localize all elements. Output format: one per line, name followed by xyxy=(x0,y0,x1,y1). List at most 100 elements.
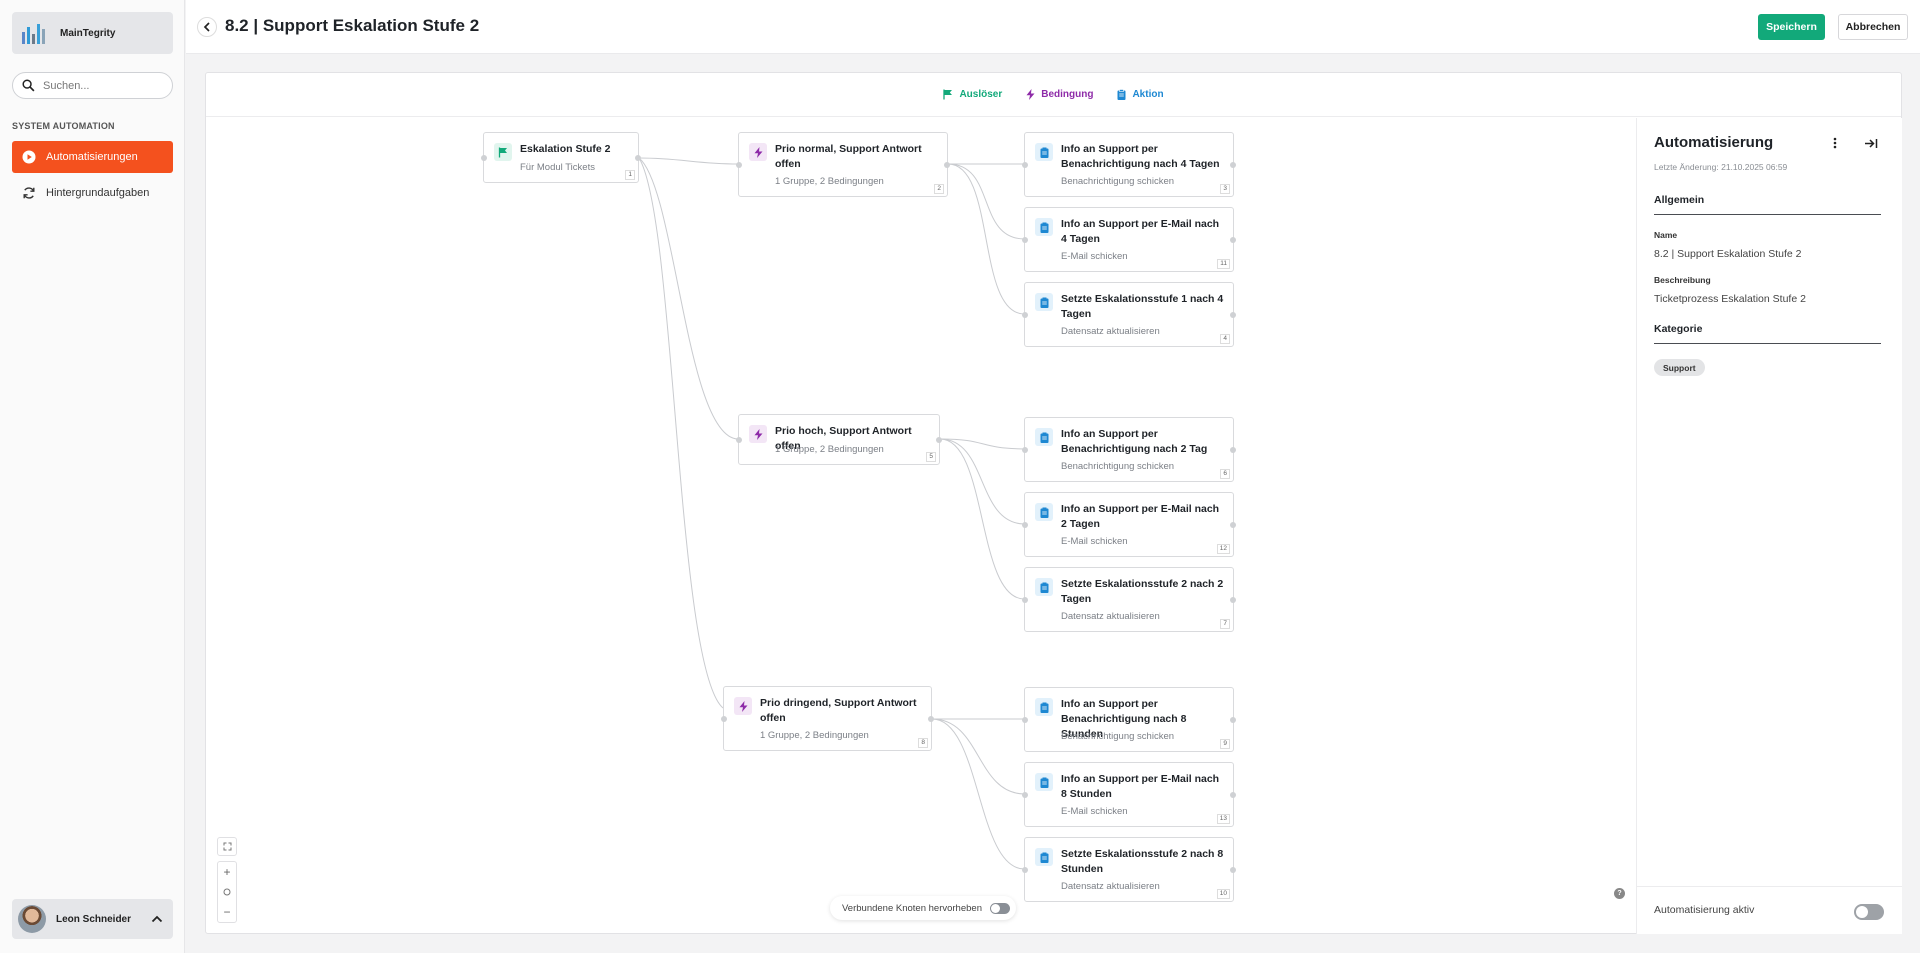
sidebar-item-automatisierungen[interactable]: Automatisierungen xyxy=(12,141,173,173)
cancel-button[interactable]: Abbrechen xyxy=(1838,14,1908,40)
connector-out[interactable] xyxy=(1230,161,1236,168)
condition-node[interactable]: Prio dringend, Support Antwort offen 1 G… xyxy=(721,686,934,751)
action-node[interactable]: Setzte Eskalationsstufe 1 nach 4 Tagen D… xyxy=(1022,282,1236,347)
clipboard-icon xyxy=(1035,218,1053,236)
search-input[interactable] xyxy=(43,79,163,92)
node-number: 5 xyxy=(926,452,936,462)
node-number: 13 xyxy=(1216,814,1230,824)
action-node[interactable]: Info an Support per Benachrichtigung nac… xyxy=(1022,687,1236,752)
connector-out[interactable] xyxy=(635,154,641,161)
connector-out[interactable] xyxy=(1230,596,1236,603)
connector-out[interactable] xyxy=(936,436,942,443)
zoom-out-icon[interactable]: − xyxy=(218,902,236,922)
reset-zoom-icon[interactable] xyxy=(218,882,236,902)
highlight-label: Verbundene Knoten hervorheben xyxy=(842,902,982,914)
brand[interactable]: MainTegrity xyxy=(12,12,173,54)
connector-out[interactable] xyxy=(1230,716,1236,723)
fit-view-icon[interactable] xyxy=(218,838,236,855)
bolt-icon xyxy=(749,143,767,161)
search-icon xyxy=(22,79,35,92)
action-node[interactable]: Info an Support per E-Mail nach 8 Stunde… xyxy=(1022,762,1236,827)
connector-out[interactable] xyxy=(1230,791,1236,798)
action-node[interactable]: Info an Support per E-Mail nach 4 Tagen … xyxy=(1022,207,1236,272)
more-vertical-icon[interactable] xyxy=(1828,136,1842,150)
condition-node[interactable]: Prio hoch, Support Antwort offen 1 Grupp… xyxy=(736,414,942,465)
connector-in[interactable] xyxy=(1022,161,1028,168)
back-button[interactable] xyxy=(197,17,217,37)
connector-in[interactable] xyxy=(481,154,487,161)
help-icon[interactable]: ? xyxy=(1614,888,1625,899)
node-subtitle: E-Mail schicken xyxy=(1061,806,1128,817)
connector-out[interactable] xyxy=(1230,446,1236,453)
node-title: Info an Support per E-Mail nach 4 Tagen xyxy=(1061,218,1220,245)
node-title: Info an Support per E-Mail nach 8 Stunde… xyxy=(1061,773,1220,800)
node-subtitle: Datensatz aktualisieren xyxy=(1061,881,1160,892)
legend-label: Auslöser xyxy=(959,89,1003,100)
connector-in[interactable] xyxy=(721,715,727,722)
node-title: Prio normal, Support Antwort offen xyxy=(775,143,922,170)
connector-out[interactable] xyxy=(1230,866,1236,873)
node-number: 3 xyxy=(1220,184,1230,194)
edge xyxy=(931,718,1025,795)
legend-action: Aktion xyxy=(1117,89,1164,100)
connector-out[interactable] xyxy=(1230,311,1236,318)
clipboard-icon xyxy=(1035,428,1053,446)
node-subtitle: Benachrichtigung schicken xyxy=(1061,461,1175,472)
node-title: Setzte Eskalationsstufe 2 nach 2 Tagen xyxy=(1061,578,1224,605)
action-node[interactable]: Setzte Eskalationsstufe 2 nach 8 Stunden… xyxy=(1022,837,1236,902)
user-menu[interactable]: Leon Schneider xyxy=(12,899,173,939)
clipboard-icon xyxy=(1035,773,1053,791)
legend-label: Aktion xyxy=(1132,89,1164,100)
sidebar-item-hintergrundaufgaben[interactable]: Hintergrundaufgaben xyxy=(12,177,173,209)
section-category: Kategorie xyxy=(1654,323,1881,344)
sidebar: MainTegrity SYSTEM AUTOMATION Automatisi… xyxy=(0,0,185,953)
connector-in[interactable] xyxy=(736,436,742,443)
node-number: 1 xyxy=(625,170,635,180)
node-title: Info an Support per Benachrichtigung nac… xyxy=(1061,143,1220,170)
node-subtitle: 1 Gruppe, 2 Bedingungen xyxy=(775,444,884,455)
connector-in[interactable] xyxy=(1022,446,1028,453)
brand-logo xyxy=(22,24,45,44)
highlight-toggle[interactable] xyxy=(989,902,1010,914)
connector-in[interactable] xyxy=(1022,791,1028,798)
trigger-node[interactable]: Eskalation Stufe 2 Für Modul Tickets 1 xyxy=(481,132,641,183)
node-subtitle: Benachrichtigung schicken xyxy=(1061,176,1175,187)
connector-in[interactable] xyxy=(1022,866,1028,873)
collapse-panel-icon[interactable] xyxy=(1863,136,1879,150)
chevron-up-icon[interactable] xyxy=(145,907,169,931)
save-button[interactable]: Speichern xyxy=(1758,14,1825,40)
connector-out[interactable] xyxy=(1230,236,1236,243)
panel-title: Automatisierung xyxy=(1654,134,1774,151)
sidebar-item-label: Automatisierungen xyxy=(46,151,138,163)
page-title: 8.2 | Support Eskalation Stufe 2 xyxy=(225,16,480,35)
node-subtitle: Für Modul Tickets xyxy=(520,162,595,173)
legend-condition: Bedingung xyxy=(1026,89,1093,100)
node-subtitle: 1 Gruppe, 2 Bedingungen xyxy=(775,176,884,187)
connector-out[interactable] xyxy=(1230,521,1236,528)
connector-out[interactable] xyxy=(928,715,934,722)
connector-in[interactable] xyxy=(1022,521,1028,528)
connector-in[interactable] xyxy=(1022,596,1028,603)
highlight-connected-control: Verbundene Knoten hervorheben xyxy=(830,896,1016,920)
chevron-left-icon xyxy=(203,22,210,32)
action-node[interactable]: Setzte Eskalationsstufe 2 nach 2 Tagen D… xyxy=(1022,567,1236,632)
node-title: Eskalation Stufe 2 xyxy=(520,143,611,155)
connector-in[interactable] xyxy=(1022,716,1028,723)
legend-label: Bedingung xyxy=(1041,89,1094,100)
condition-node[interactable]: Prio normal, Support Antwort offen 1 Gru… xyxy=(736,132,950,197)
flow-canvas[interactable]: Eskalation Stufe 2 Für Modul Tickets 1 P… xyxy=(206,118,1636,934)
category-chip[interactable]: Support xyxy=(1654,359,1705,376)
connector-in[interactable] xyxy=(1022,236,1028,243)
search-box[interactable] xyxy=(12,72,173,99)
node-title: Prio dringend, Support Antwort offen xyxy=(760,697,917,724)
zoom-in-icon[interactable]: + xyxy=(218,862,236,882)
connector-in[interactable] xyxy=(736,161,742,168)
clipboard-icon xyxy=(1035,848,1053,866)
action-node[interactable]: Info an Support per Benachrichtigung nac… xyxy=(1022,417,1236,482)
connector-out[interactable] xyxy=(944,161,950,168)
action-node[interactable]: Info an Support per E-Mail nach 2 Tagen … xyxy=(1022,492,1236,557)
connector-in[interactable] xyxy=(1022,311,1028,318)
name-value: 8.2 | Support Eskalation Stufe 2 xyxy=(1654,248,1802,260)
active-toggle[interactable] xyxy=(1854,904,1884,920)
action-node[interactable]: Info an Support per Benachrichtigung nac… xyxy=(1022,132,1236,197)
